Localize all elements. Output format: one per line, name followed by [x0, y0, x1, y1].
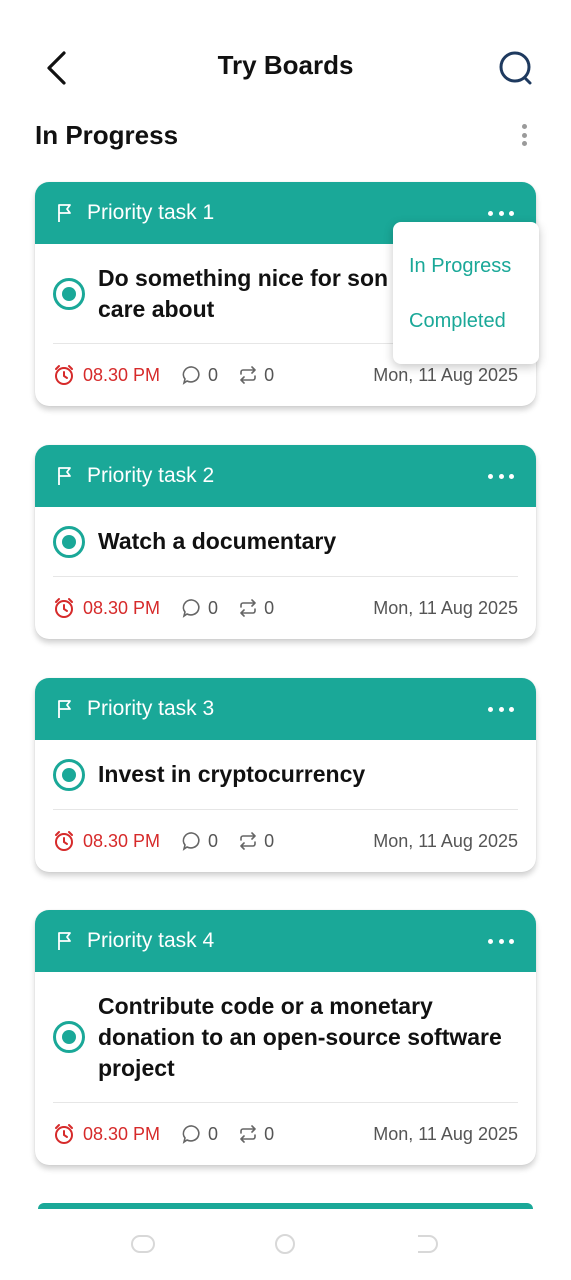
- top-app-bar: Try Boards: [0, 0, 571, 134]
- clock-icon: [55, 598, 73, 618]
- repeat-icon: [240, 832, 256, 850]
- task-card: Priority task 3 Invest in cryptocurrency…: [35, 678, 536, 872]
- home-icon[interactable]: [272, 1233, 298, 1255]
- more-horizontal-icon[interactable]: [488, 206, 514, 220]
- more-vertical-icon[interactable]: [513, 120, 535, 150]
- clock-icon: [55, 365, 73, 385]
- task-title: Invest in cryptocurrency: [98, 761, 366, 787]
- more-horizontal-icon[interactable]: [488, 934, 514, 948]
- card-body: Invest in cryptocurrency 08.30 PM 0 0 Mo…: [35, 740, 536, 872]
- comment-icon: [182, 366, 200, 385]
- task-title: Watch a documentary: [98, 528, 337, 554]
- comment-icon: [182, 1125, 200, 1144]
- task-time: 08.30 PM: [83, 364, 161, 385]
- comment-count: 0: [208, 597, 219, 618]
- flag-icon: [58, 932, 71, 950]
- radio-icon[interactable]: [53, 277, 85, 310]
- task-title: Do something nice for son care about: [98, 263, 388, 325]
- task-date: Mon, 11 Aug 2025: [373, 830, 518, 851]
- menu-item-completed[interactable]: Completed: [409, 310, 506, 333]
- back-nav-icon[interactable]: [414, 1233, 440, 1255]
- page-title: Try Boards: [217, 50, 354, 80]
- repeat-icon: [240, 1125, 256, 1143]
- repeat-count: 0: [264, 1123, 275, 1144]
- radio-icon[interactable]: [53, 1021, 85, 1053]
- task-date: Mon, 11 Aug 2025: [373, 597, 518, 618]
- card-header: Priority task 3: [35, 678, 536, 740]
- comment-count: 0: [208, 364, 219, 385]
- system-nav-bar: [0, 1209, 571, 1280]
- flag-icon: [58, 204, 71, 222]
- more-horizontal-icon[interactable]: [488, 702, 514, 716]
- task-time: 08.30 PM: [83, 597, 161, 618]
- search-button[interactable]: [496, 48, 536, 88]
- flag-icon: [58, 467, 71, 485]
- section-title: In Progress: [35, 120, 179, 150]
- task-time: 08.30 PM: [83, 1123, 161, 1144]
- clock-icon: [55, 831, 73, 851]
- repeat-icon: [240, 366, 256, 384]
- recents-icon[interactable]: [130, 1233, 156, 1255]
- more-horizontal-icon[interactable]: [488, 469, 514, 483]
- task-title-line: care about: [98, 295, 215, 322]
- comment-count: 0: [208, 1123, 219, 1144]
- card-label: Priority task 3: [87, 697, 215, 720]
- card-header: Priority task 4: [35, 910, 536, 972]
- card-body: Watch a documentary 08.30 PM 0 0 Mon, 11…: [35, 507, 536, 639]
- repeat-count: 0: [264, 597, 275, 618]
- repeat-count: 0: [264, 830, 275, 851]
- task-card: Priority task 2 Watch a documentary 08.3…: [35, 445, 536, 639]
- menu-item-in-progress[interactable]: In Progress: [409, 255, 511, 278]
- clock-icon: [55, 1124, 73, 1144]
- repeat-icon: [240, 599, 256, 617]
- task-title-line: Do something nice for son: [98, 264, 389, 291]
- comment-count: 0: [208, 830, 219, 851]
- task-date: Mon, 11 Aug 2025: [373, 1123, 518, 1144]
- task-time: 08.30 PM: [83, 830, 161, 851]
- card-body: Contribute code or a monetary donation t…: [35, 972, 536, 1165]
- task-row: Watch a documentary: [53, 507, 518, 576]
- task-date: Mon, 11 Aug 2025: [373, 364, 518, 385]
- card-label: Priority task 1: [87, 201, 215, 224]
- repeat-count: 0: [264, 364, 275, 385]
- task-meta: 08.30 PM 0 0 Mon, 11 Aug 2025: [53, 810, 518, 872]
- card-header: Priority task 2: [35, 445, 536, 507]
- radio-icon[interactable]: [53, 758, 85, 791]
- task-card: Priority task 4 Contribute code or a mon…: [35, 910, 536, 1165]
- search-icon: [499, 51, 532, 85]
- status-menu: In Progress Completed: [393, 222, 539, 364]
- card-label: Priority task 2: [87, 464, 215, 487]
- radio-icon[interactable]: [53, 525, 85, 558]
- flag-icon: [58, 700, 71, 718]
- comment-icon: [182, 832, 200, 851]
- comment-icon: [182, 599, 200, 618]
- task-title: Contribute code or a monetary donation t…: [98, 992, 502, 1081]
- task-meta: 08.30 PM 0 0 Mon, 11 Aug 2025: [53, 577, 518, 639]
- card-label: Priority task 4: [87, 929, 215, 952]
- task-row: Contribute code or a monetary donation t…: [53, 972, 518, 1102]
- task-row: Invest in cryptocurrency: [53, 740, 518, 809]
- task-meta: 08.30 PM 0 0 Mon, 11 Aug 2025: [53, 1103, 518, 1165]
- section-header: In Progress: [35, 118, 535, 152]
